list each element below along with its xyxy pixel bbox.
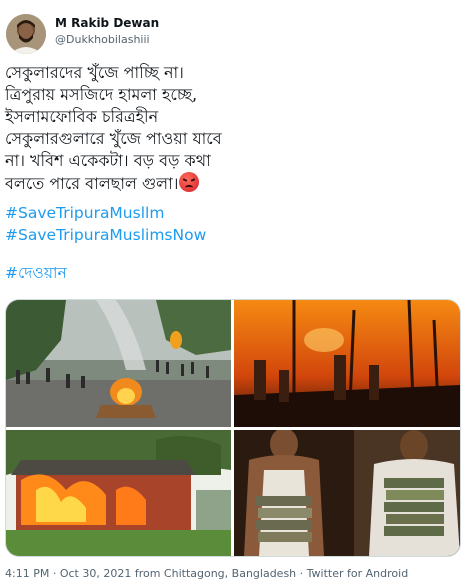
avatar[interactable] — [6, 14, 46, 54]
night-fire-rubble-photo[interactable] — [234, 300, 460, 427]
tweet-metadata: 4:11 PM · Oct 30, 2021 from Chittagong, … — [5, 567, 408, 581]
tweet-date-location[interactable]: Oct 30, 2021 from Chittagong, Bangladesh — [60, 567, 296, 580]
media-grid — [5, 299, 461, 557]
hashtag-link[interactable]: #SaveTripuraMusllm — [5, 202, 453, 224]
tweet-text-line: সেকুলারদের খুঁজে পাচ্ছি না। — [5, 63, 184, 82]
hashtag-list: #SaveTripuraMusllm #SaveTripuraMuslimsNo… — [5, 202, 453, 284]
man-carrying-books-photo[interactable] — [234, 430, 460, 556]
tweet-text-line: সেকুলারগুলারে খুঁজে পাওয়া যাবে — [5, 129, 222, 148]
hashtag-link[interactable]: #দেওয়ান — [5, 262, 453, 284]
separator: · — [49, 567, 60, 580]
tweet-timestamp[interactable]: 4:11 PM — [5, 567, 49, 580]
tweet-text-line: ইসলামফোবিক চরিত্রহীন — [5, 107, 159, 126]
avatar-image — [6, 14, 46, 54]
tweet-text: সেকুলারদের খুঁজে পাচ্ছি না। ত্রিপুরায় ম… — [5, 62, 453, 194]
crowd-fire-street-photo[interactable] — [6, 300, 231, 427]
separator: · — [296, 567, 307, 580]
author-handle[interactable]: @Dukkhobilashiii — [55, 33, 150, 47]
angry-face-icon — [179, 172, 200, 192]
tweet-text-line: ত্রিপুরায় মসজিদে হামলা হচ্ছে, — [5, 85, 198, 104]
burning-house-photo[interactable] — [6, 430, 231, 556]
tweet-text-last-segment: বলতে পারে বালছাল গুলা। — [5, 174, 179, 193]
tweet-source[interactable]: Twitter for Android — [307, 567, 409, 580]
hashtag-link[interactable]: #SaveTripuraMuslimsNow — [5, 224, 453, 246]
tweet-text-line: না। খবিশ একেকটা। বড় বড় কথা — [5, 151, 211, 170]
author-name[interactable]: M Rakib Dewan — [55, 16, 159, 31]
tweet-card: M Rakib Dewan @Dukkhobilashiii সেকুলারদে… — [0, 0, 469, 586]
tweet-text-line-last: বলতে পারে বালছাল গুলা। — [5, 172, 453, 194]
tweet-header: M Rakib Dewan @Dukkhobilashiii — [6, 14, 446, 54]
